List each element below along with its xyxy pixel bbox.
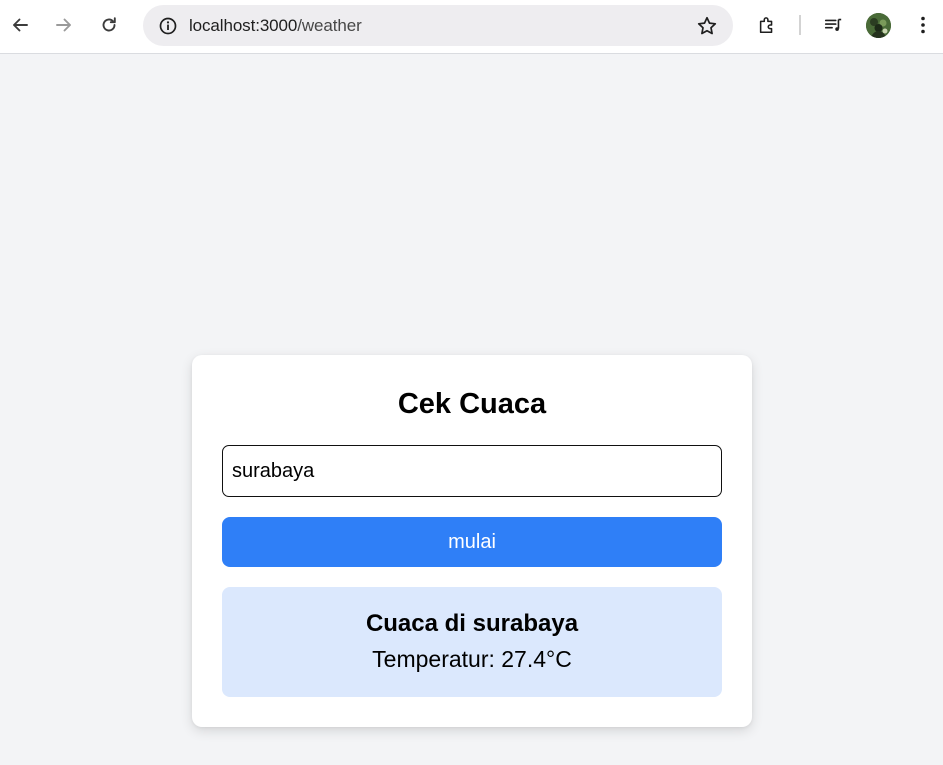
more-menu-icon xyxy=(921,16,925,34)
extensions-button[interactable] xyxy=(749,7,785,43)
result-temperature: Temperatur: 27.4°C xyxy=(372,646,572,672)
extensions-icon xyxy=(759,17,773,34)
reload-icon xyxy=(102,17,116,32)
media-controls-button[interactable] xyxy=(815,7,851,43)
url-path: /weather xyxy=(297,16,362,35)
reload-button[interactable] xyxy=(91,7,127,43)
weather-result: Cuaca di surabaya Temperatur: 27.4°C xyxy=(222,587,722,697)
bookmark-star-icon xyxy=(697,16,716,34)
url-host: localhost:3000 xyxy=(189,16,298,35)
media-controls-icon xyxy=(824,18,842,31)
back-button[interactable] xyxy=(2,7,38,43)
bookmark-button[interactable] xyxy=(690,9,723,42)
forward-button[interactable] xyxy=(46,7,82,43)
submit-button[interactable]: mulai xyxy=(222,517,722,567)
weather-card: Cek Cuaca mulai Cuaca di surabaya Temper… xyxy=(192,355,752,727)
page-title: Cek Cuaca xyxy=(397,388,547,420)
result-title: Cuaca di surabaya xyxy=(365,610,579,637)
back-icon xyxy=(13,18,28,32)
more-menu-button[interactable] xyxy=(905,7,941,43)
browser-toolbar: localhost:3000/weather xyxy=(0,0,943,54)
forward-icon xyxy=(56,18,71,32)
site-info-button[interactable] xyxy=(151,9,184,42)
url-text[interactable]: localhost:3000/weather xyxy=(189,16,362,36)
toolbar-divider xyxy=(799,15,801,35)
address-bar[interactable]: localhost:3000/weather xyxy=(143,5,733,46)
site-info-icon xyxy=(159,17,176,34)
profile-avatar[interactable] xyxy=(866,13,891,38)
city-input[interactable] xyxy=(222,445,722,497)
